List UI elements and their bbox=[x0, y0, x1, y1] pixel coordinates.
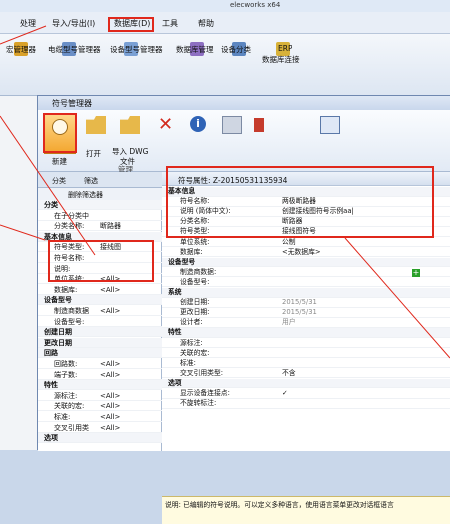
description-box: 说明: 已编辑的符号说明。可以定义多种语言，使用语言菜单更改对话框语言 bbox=[162, 496, 450, 524]
arrow-menu bbox=[0, 25, 47, 45]
description-text: 说明: 已编辑的符号说明。可以定义多种语言，使用语言菜单更改对话框语言 bbox=[165, 501, 394, 509]
arrow-filter bbox=[0, 115, 96, 256]
arrow-properties bbox=[344, 237, 450, 359]
callout-arrows bbox=[0, 25, 450, 359]
arrow-filter-2 bbox=[0, 224, 46, 241]
